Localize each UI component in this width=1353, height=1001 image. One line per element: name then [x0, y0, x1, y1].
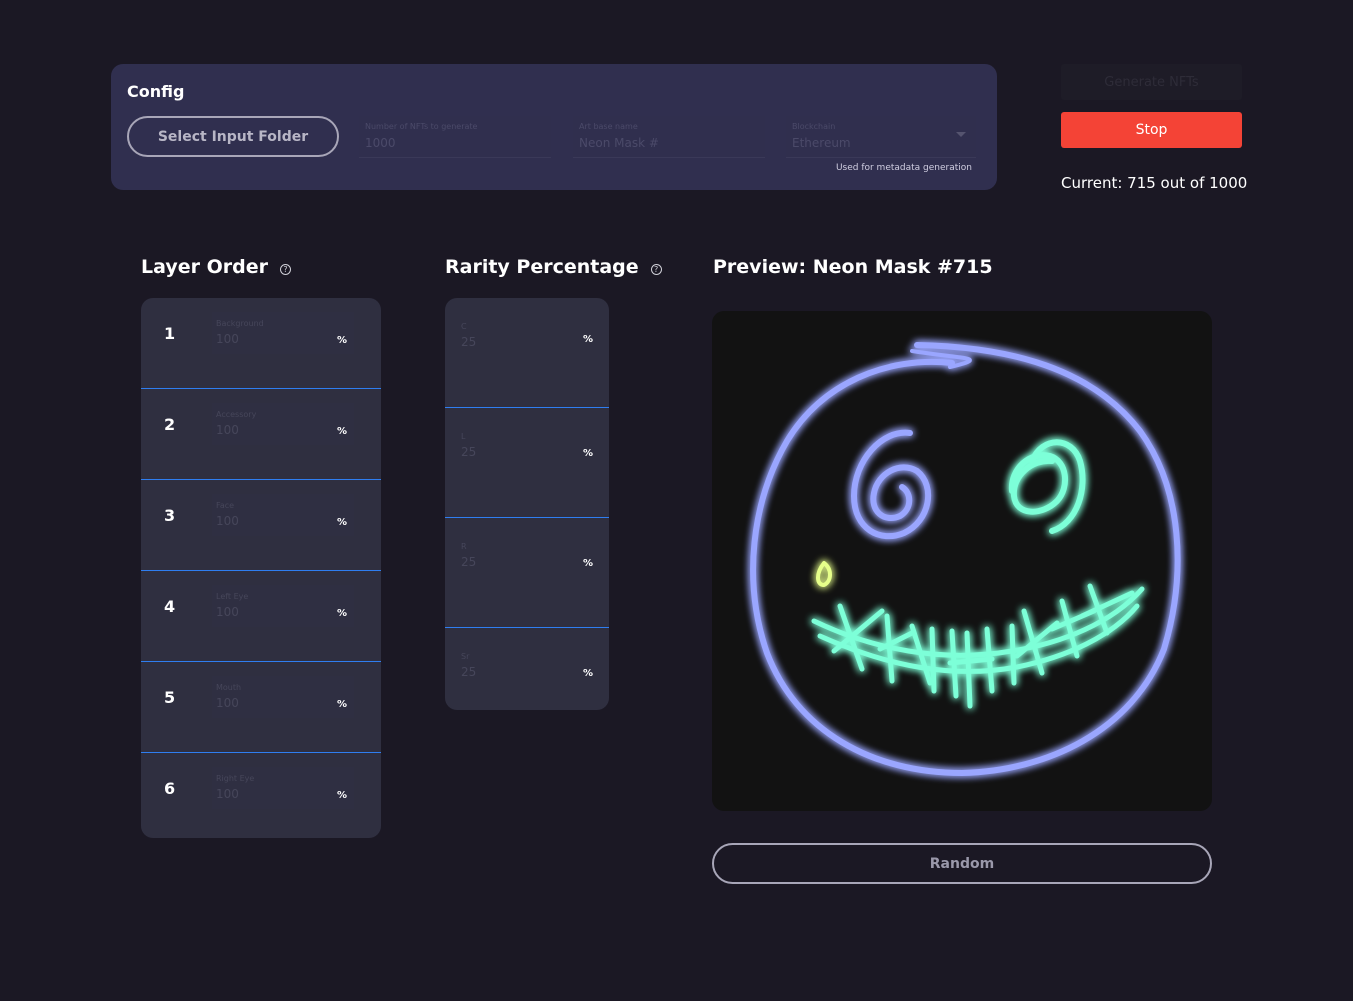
rarity-weight-field[interactable]: Sr 25 [457, 646, 599, 688]
rarity-name-label: R [461, 542, 467, 551]
art-base-label: Art base name [579, 122, 638, 131]
layer-name-label: Right Eye [216, 774, 255, 783]
layer-number: 6 [164, 779, 176, 798]
blockchain-value: Ethereum [792, 136, 851, 150]
rarity-weight-field[interactable]: L 25 [457, 426, 599, 468]
layer-number: 4 [164, 597, 176, 616]
layer-weight-field[interactable]: Background 100 [212, 312, 354, 354]
layer-row[interactable]: 4 Left Eye 100% [141, 571, 381, 662]
layer-weight-field[interactable]: Mouth 100 [212, 676, 354, 718]
percent-unit: % [337, 517, 348, 528]
num-nfts-label: Number of NFTs to generate [365, 122, 478, 131]
blockchain-helper-text: Used for metadata generation [835, 163, 972, 173]
layer-number: 3 [164, 506, 176, 525]
layer-row[interactable]: 1 Background 100% [141, 298, 381, 389]
help-icon[interactable]: ? [279, 264, 291, 275]
layer-weight-input[interactable]: 100 [216, 514, 239, 528]
percent-unit: % [583, 558, 594, 569]
num-nfts-input[interactable]: 1000 [365, 136, 396, 150]
config-card: Config Select Input Folder Number of NFT… [111, 64, 997, 190]
percent-unit: % [337, 790, 348, 801]
rarity-name-label: Sr [461, 652, 470, 661]
neon-mask-icon [750, 342, 1181, 776]
layer-name-label: Face [216, 501, 235, 510]
percent-unit: % [583, 668, 594, 679]
rarity-row[interactable]: Sr 25% [445, 628, 609, 710]
layer-weight-field[interactable]: Left Eye 100 [212, 585, 354, 627]
layer-weight-input[interactable]: 100 [216, 696, 239, 710]
layer-weight-field[interactable]: Right Eye 100 [212, 767, 354, 809]
layer-name-label: Mouth [216, 683, 242, 692]
rarity-weight-input[interactable]: 25 [461, 555, 476, 569]
rarity-title: Rarity Percentage [445, 256, 639, 278]
layer-number: 1 [164, 324, 176, 343]
layer-row[interactable]: 5 Mouth 100% [141, 662, 381, 753]
rarity-weight-field[interactable]: C 25 [457, 316, 599, 358]
layer-name-label: Accessory [216, 410, 257, 419]
layer-row[interactable]: 2 Accessory 100% [141, 389, 381, 480]
layer-order-list: 1 Background 100% 2 Accessory 100% 3 Face 100% 4 L… [141, 298, 381, 838]
random-button[interactable]: Random [712, 843, 1212, 884]
preview-title: Preview: Neon Mask #715 [713, 256, 993, 278]
rarity-row[interactable]: R 25% [445, 518, 609, 628]
percent-unit: % [583, 334, 594, 345]
rarity-list: C 25% L 25% R 25% Sr 25% [445, 298, 609, 710]
blockchain-select[interactable]: Blockchain Ethereum [786, 116, 976, 158]
select-input-folder-button[interactable]: Select Input Folder [127, 116, 339, 157]
num-nfts-field[interactable]: Number of NFTs to generate 1000 [359, 116, 551, 158]
layer-order-title: Layer Order [141, 256, 268, 278]
chevron-down-icon[interactable] [956, 132, 966, 137]
blockchain-label: Blockchain [792, 122, 836, 131]
percent-unit: % [337, 699, 348, 710]
layer-weight-field[interactable]: Accessory 100 [212, 403, 354, 445]
percent-unit: % [583, 448, 594, 459]
layer-number: 2 [164, 415, 176, 434]
layer-number: 5 [164, 688, 176, 707]
help-icon[interactable]: ? [650, 264, 662, 275]
layer-weight-input[interactable]: 100 [216, 423, 239, 437]
rarity-row[interactable]: L 25% [445, 408, 609, 518]
percent-unit: % [337, 426, 348, 437]
rarity-heading: Rarity Percentage ? [445, 256, 662, 278]
percent-unit: % [337, 335, 348, 346]
rarity-weight-input[interactable]: 25 [461, 445, 476, 459]
rarity-weight-input[interactable]: 25 [461, 335, 476, 349]
layer-weight-input[interactable]: 100 [216, 787, 239, 801]
rarity-name-label: L [461, 432, 466, 441]
percent-unit: % [337, 608, 348, 619]
layer-row[interactable]: 3 Face 100% [141, 480, 381, 571]
nft-preview-image [712, 311, 1212, 811]
rarity-row[interactable]: C 25% [445, 298, 609, 408]
layer-weight-input[interactable]: 100 [216, 605, 239, 619]
layer-order-heading: Layer Order ? [141, 256, 291, 278]
layer-row[interactable]: 6 Right Eye 100% [141, 753, 381, 838]
stop-button[interactable]: Stop [1061, 112, 1242, 148]
rarity-name-label: C [461, 322, 467, 331]
rarity-weight-input[interactable]: 25 [461, 665, 476, 679]
preview-heading: Preview: Neon Mask #715 [713, 256, 993, 278]
art-base-field[interactable]: Art base name Neon Mask # [573, 116, 765, 158]
config-title: Config [127, 82, 185, 101]
progress-status: Current: 715 out of 1000 [1061, 174, 1248, 192]
art-base-input[interactable]: Neon Mask # [579, 136, 659, 150]
layer-name-label: Background [216, 319, 264, 328]
rarity-weight-field[interactable]: R 25 [457, 536, 599, 578]
layer-weight-input[interactable]: 100 [216, 332, 239, 346]
layer-weight-field[interactable]: Face 100 [212, 494, 354, 536]
generate-nfts-button[interactable]: Generate NFTs [1061, 64, 1242, 100]
layer-name-label: Left Eye [216, 592, 249, 601]
